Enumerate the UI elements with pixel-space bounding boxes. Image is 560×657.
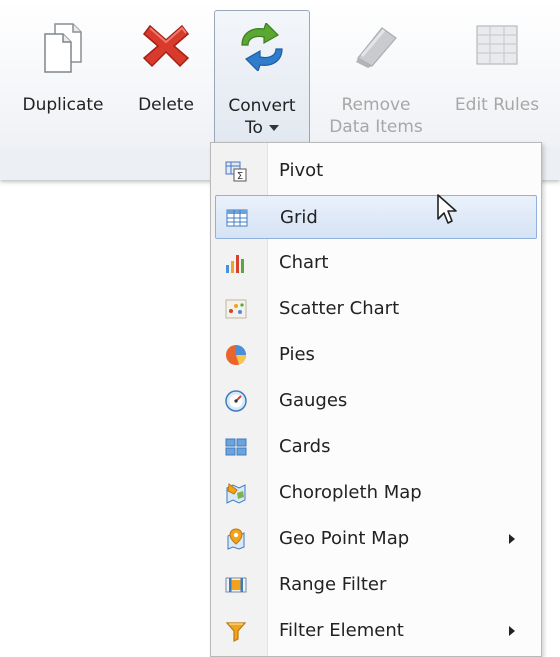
- convert-label-line1: Convert: [228, 96, 296, 116]
- choropleth-map-icon: [226, 483, 246, 504]
- menu-item-filter-element[interactable]: Filter Element: [215, 609, 537, 653]
- menu-item-label: Pies: [279, 344, 315, 365]
- menu-item-pivot[interactable]: Σ Pivot: [215, 149, 537, 193]
- gauge-icon: [225, 390, 247, 412]
- menu-item-cards[interactable]: Cards: [215, 425, 537, 469]
- remove-data-items-button[interactable]: Remove Data Items: [318, 10, 434, 145]
- menu-item-geo-point-map[interactable]: Geo Point Map: [215, 517, 537, 561]
- remove-label-line2: Data Items: [329, 117, 423, 137]
- edit-rules-icon: [476, 25, 518, 65]
- mouse-pointer-icon: [437, 194, 457, 224]
- menu-item-label: Choropleth Map: [279, 482, 422, 503]
- submenu-arrow-icon: [509, 626, 515, 636]
- menu-item-label: Pivot: [279, 160, 324, 181]
- range-filter-icon: [225, 577, 247, 593]
- convert-to-label: Convert To: [215, 95, 309, 139]
- convert-to-button[interactable]: Convert To: [214, 10, 310, 147]
- menu-item-label: Range Filter: [279, 574, 387, 595]
- duplicate-button[interactable]: Duplicate: [20, 10, 106, 145]
- convert-label-line2: To: [245, 118, 263, 138]
- submenu-arrow-icon: [509, 534, 515, 544]
- delete-label: Delete: [138, 95, 194, 115]
- menu-item-gauges[interactable]: Gauges: [215, 379, 537, 423]
- menu-item-label: Filter Element: [279, 620, 404, 641]
- scatter-chart-icon: [225, 299, 247, 319]
- menu-item-label: Geo Point Map: [279, 528, 410, 549]
- menu-item-label: Scatter Chart: [279, 298, 400, 319]
- menu-item-label: Chart: [279, 252, 329, 273]
- grid-icon: [226, 209, 248, 227]
- eraser-icon: [356, 27, 397, 68]
- chevron-down-icon: [268, 125, 279, 131]
- edit-rules-button[interactable]: Edit Rules: [444, 10, 550, 145]
- geo-point-map-icon: [227, 528, 245, 550]
- cards-icon: [225, 438, 247, 456]
- svg-text:Σ: Σ: [237, 171, 243, 182]
- filter-icon: [225, 622, 247, 642]
- convert-to-dropdown-menu: Σ Pivot Grid Chart Scatter Chart Pies Ga…: [210, 142, 542, 657]
- chart-icon: [226, 255, 244, 273]
- menu-item-scatter-chart[interactable]: Scatter Chart: [215, 287, 537, 331]
- menu-item-label: Cards: [279, 436, 331, 457]
- pivot-icon: Σ: [225, 161, 247, 182]
- pie-icon: [226, 345, 246, 365]
- convert-icon: [241, 23, 283, 71]
- delete-button[interactable]: Delete: [130, 10, 202, 145]
- remove-label-line1: Remove: [341, 95, 411, 115]
- menu-item-choropleth-map[interactable]: Choropleth Map: [215, 471, 537, 515]
- delete-icon: [142, 24, 190, 68]
- menu-item-grid[interactable]: Grid: [215, 195, 537, 239]
- duplicate-icon: [44, 23, 82, 73]
- menu-item-range-filter[interactable]: Range Filter: [215, 563, 537, 607]
- menu-item-label: Gauges: [279, 390, 348, 411]
- duplicate-label: Duplicate: [22, 95, 104, 115]
- menu-item-chart[interactable]: Chart: [215, 241, 537, 285]
- remove-data-items-label: Remove Data Items: [318, 94, 434, 138]
- menu-item-pies[interactable]: Pies: [215, 333, 537, 377]
- menu-item-label: Grid: [280, 207, 318, 228]
- edit-rules-label: Edit Rules: [454, 95, 540, 115]
